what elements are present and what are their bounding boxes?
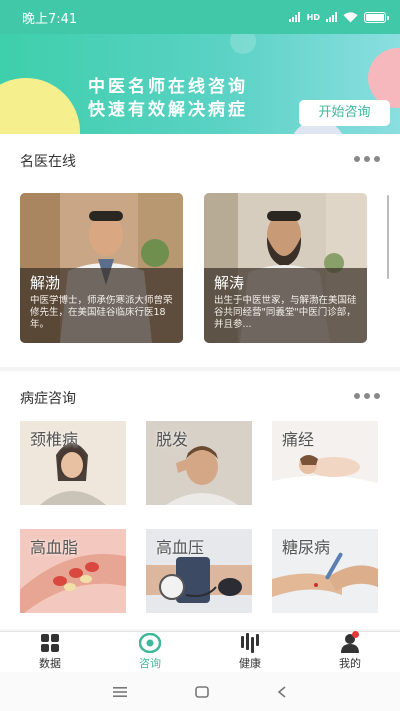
symptom-label: 糖尿病 — [282, 538, 331, 557]
symptom-tile-cramps[interactable]: 痛经 — [272, 421, 378, 505]
doctors-section: 名医在线 解渤 中医学博士，师承伤寒派大师曾荣修先生，在美国硅谷临床行医18年。 — [0, 134, 400, 367]
tab-consult[interactable]: 咨询 — [100, 632, 200, 672]
symptom-tile-diabetes[interactable]: 糖尿病 — [272, 529, 378, 613]
tab-profile[interactable]: 我的 — [300, 631, 400, 672]
signal-icon — [288, 12, 300, 22]
section-title-doctors: 名医在线 — [20, 154, 76, 170]
symptom-tile-hypertension[interactable]: 高血压 — [146, 529, 252, 613]
status-time: 晚上7:41 — [22, 11, 78, 27]
carousel-scrollbar[interactable] — [387, 195, 389, 279]
menu-icon[interactable] — [113, 686, 127, 697]
wifi-icon — [343, 11, 358, 22]
tab-label: 数据 — [39, 657, 61, 670]
status-icons: HD — [288, 11, 389, 23]
symptom-tile-hairloss[interactable]: 脱发 — [146, 421, 252, 505]
doctor-name: 解渤 — [30, 274, 61, 292]
tab-health[interactable]: 健康 — [200, 632, 300, 672]
symptom-label: 脱发 — [156, 430, 189, 449]
tab-label: 健康 — [239, 657, 261, 670]
hero-banner: 中医名师在线咨询 快速有效解决病症 开始咨询 — [0, 34, 400, 134]
start-consult-button[interactable]: 开始咨询 — [299, 100, 390, 126]
symptom-label: 颈椎病 — [30, 430, 79, 449]
doctor-card[interactable]: 解渤 中医学博士，师承伤寒派大师曾荣修先生，在美国硅谷临床行医18年。 — [20, 193, 183, 343]
signal-icon-2 — [326, 12, 337, 22]
network-type: HD — [306, 12, 320, 22]
battery-icon — [364, 11, 389, 23]
doctor-description: 中医学博士，师承伤寒派大师曾荣修先生，在美国硅谷临床行医18年。 — [30, 295, 173, 330]
doctors-carousel[interactable]: 解渤 中医学博士，师承伤寒派大师曾荣修先生，在美国硅谷临床行医18年。 解涛 出… — [20, 193, 400, 345]
symptom-label: 高血压 — [156, 538, 205, 557]
more-icon[interactable] — [354, 393, 380, 399]
tab-data[interactable]: 数据 — [0, 632, 100, 672]
doctor-card[interactable]: 解涛 出生于中医世家，与解渤在美国硅谷共同经营"同義堂"中医门诊部，并且参... — [204, 193, 367, 343]
more-icon[interactable] — [354, 156, 380, 162]
doctor-name: 解涛 — [214, 274, 245, 292]
notification-badge — [352, 631, 359, 638]
status-bar: 晚上7:41 HD — [0, 0, 400, 34]
symptom-grid: 颈椎病 脱发 痛经 高血脂 高血压 糖尿病 — [20, 421, 380, 613]
grid-icon — [41, 634, 59, 652]
symptom-tile-hyperlipidemia[interactable]: 高血脂 — [20, 529, 126, 613]
system-nav-bar — [0, 672, 400, 711]
symptom-section: 病症咨询 颈椎病 脱发 痛经 高血脂 高血压 糖尿病 — [0, 371, 400, 629]
bottom-tab-bar: 数据 咨询 健康 我的 — [0, 631, 400, 672]
tab-label: 我的 — [339, 657, 361, 670]
health-icon — [241, 633, 259, 653]
symptom-label: 痛经 — [282, 430, 315, 449]
home-icon[interactable] — [195, 685, 209, 698]
doctor-description: 出生于中医世家，与解渤在美国硅谷共同经营"同義堂"中医门诊部，并且参... — [214, 295, 357, 330]
tab-label: 咨询 — [139, 657, 161, 670]
person-icon-wrap — [340, 631, 360, 653]
doctor-info: 解渤 中医学博士，师承伤寒派大师曾荣修先生，在美国硅谷临床行医18年。 — [20, 268, 183, 343]
banner-subtitle: 快速有效解决病症 — [88, 100, 248, 120]
banner-title: 中医名师在线咨询 — [88, 77, 248, 97]
symptom-tile-cervical[interactable]: 颈椎病 — [20, 421, 126, 505]
section-title-symptoms: 病症咨询 — [20, 391, 76, 407]
consult-icon — [139, 633, 161, 653]
back-icon[interactable] — [277, 685, 287, 698]
doctor-info: 解涛 出生于中医世家，与解渤在美国硅谷共同经营"同義堂"中医门诊部，并且参... — [204, 268, 367, 343]
symptom-label: 高血脂 — [30, 538, 79, 557]
